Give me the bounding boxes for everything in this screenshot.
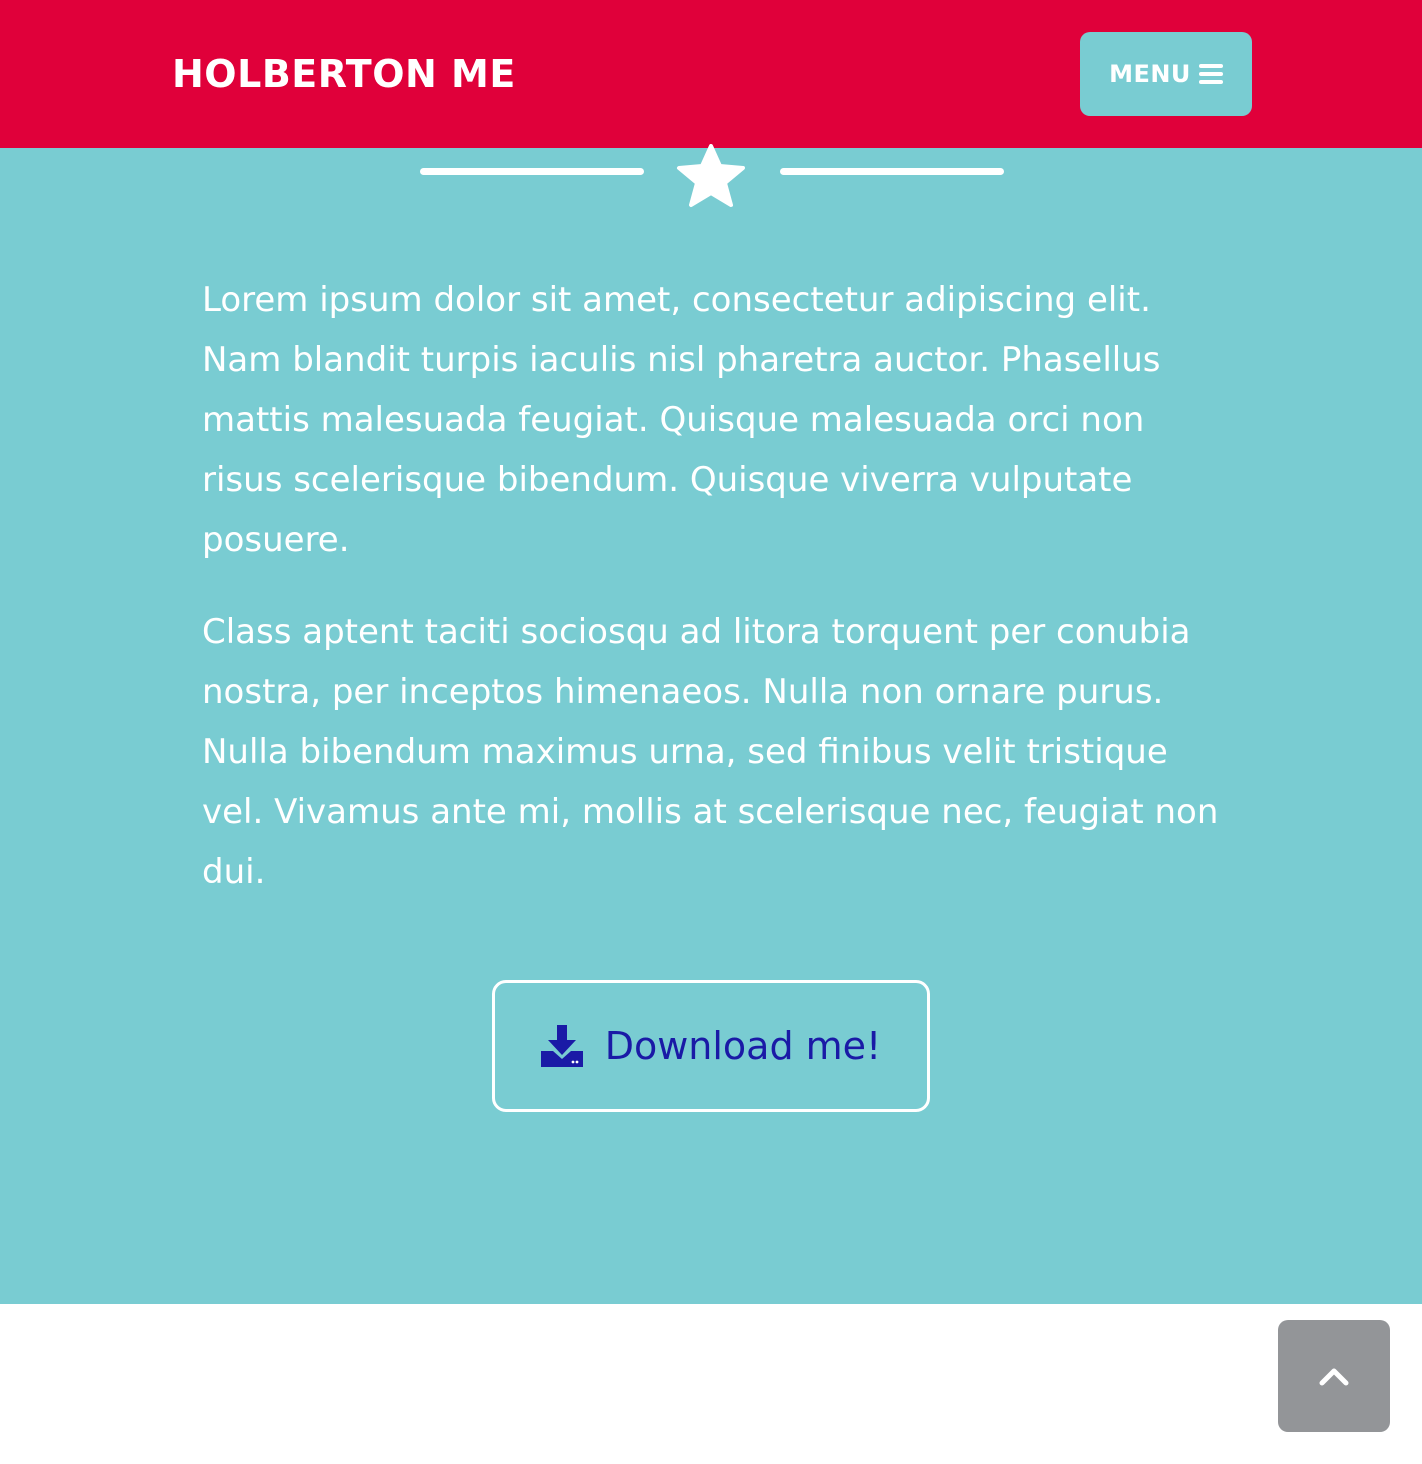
about-section: Lorem ipsum dolor sit amet, consectetur …	[0, 144, 1422, 1304]
scroll-to-top-button[interactable]	[1278, 1320, 1390, 1432]
navbar: HOLBERTON ME MENU	[0, 0, 1422, 148]
download-icon	[540, 1025, 583, 1067]
star-icon	[677, 144, 745, 207]
about-paragraph-1: Lorem ipsum dolor sit amet, consectetur …	[202, 280, 1161, 560]
divider-line-left	[420, 168, 644, 175]
bars-icon	[1198, 64, 1223, 84]
menu-button[interactable]: MENU	[1080, 32, 1252, 116]
menu-label: MENU	[1109, 60, 1191, 88]
divider-line-right	[780, 168, 1004, 175]
chevron-up-icon	[1319, 1368, 1349, 1386]
brand-link[interactable]: HOLBERTON ME	[172, 50, 516, 98]
about-paragraph-2: Class aptent taciti sociosqu ad litora t…	[202, 612, 1219, 892]
download-button[interactable]: Download me!	[492, 980, 930, 1112]
download-label: Download me!	[604, 1024, 882, 1068]
